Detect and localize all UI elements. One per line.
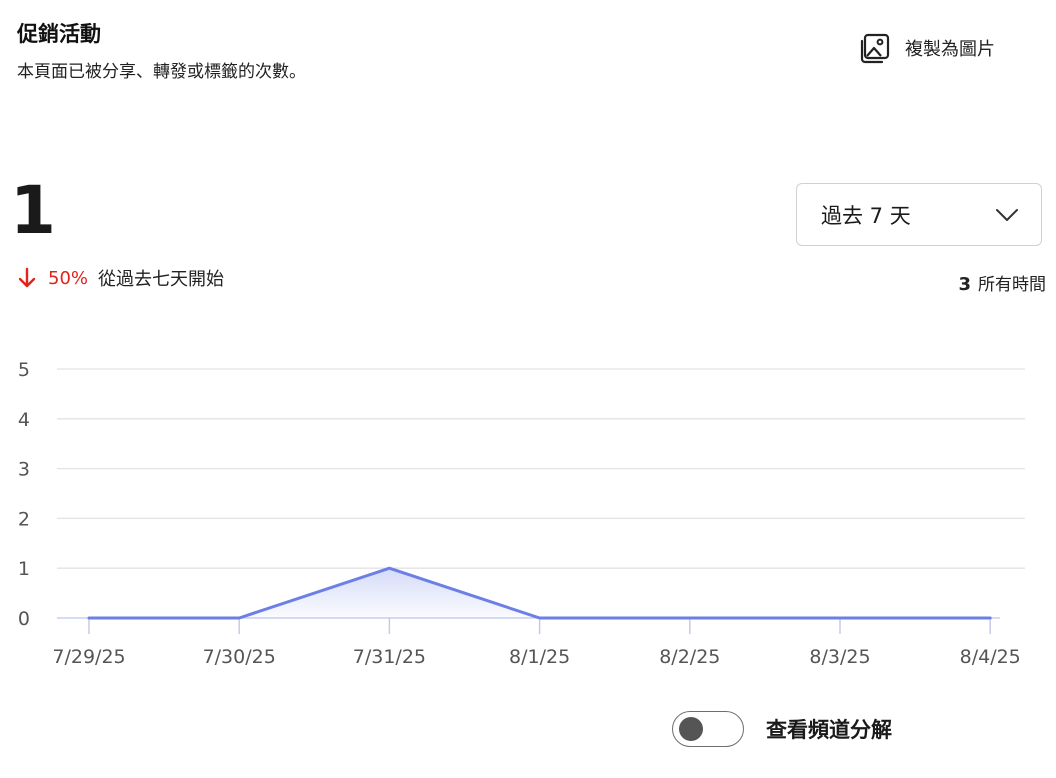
copy-as-image-label: 複製為圖片	[905, 39, 995, 60]
alltime-label: 所有時間	[978, 275, 1046, 295]
y-tick-label: 0	[18, 608, 30, 630]
chart-canvas: 0 1 2 3 4 5 7/29/25 7/30/25 7/31/25 8/1/25 8/2/25 8…	[18, 359, 1025, 668]
x-tick-label: 8/1/25	[509, 646, 570, 668]
y-tick-label: 1	[18, 558, 30, 580]
x-tick-label: 8/2/25	[659, 646, 720, 668]
series-line	[87, 566, 992, 620]
toggle-knob	[679, 717, 703, 741]
x-tick-label: 8/3/25	[809, 646, 870, 668]
y-tick-label: 3	[18, 459, 30, 481]
toggle-label: 查看頻道分解	[766, 718, 892, 742]
change-description: 從過去七天開始	[98, 269, 225, 290]
image-icon	[858, 31, 892, 65]
alltime-value: 3	[958, 274, 971, 295]
series-area	[89, 568, 991, 618]
page-title: 促銷活動	[17, 22, 101, 46]
toggle-switch[interactable]	[672, 711, 744, 747]
activity-chart: 0 1 2 3 4 5 7/29/25 7/30/25 7/31/25 8/1/25 8/2/25 8…	[0, 340, 1056, 680]
time-range-value: 過去 7 天	[821, 203, 911, 228]
arrow-down-icon	[17, 266, 37, 290]
y-tick-label: 5	[18, 359, 30, 381]
y-tick-label: 2	[18, 508, 30, 530]
x-tick-label: 8/4/25	[960, 646, 1021, 668]
time-range-dropdown[interactable]: 過去 7 天	[796, 183, 1042, 246]
metric-value: 1	[10, 172, 56, 249]
y-tick-label: 4	[18, 409, 30, 431]
page-subtitle: 本頁面已被分享、轉發或標籤的次數。	[17, 62, 306, 82]
x-tick-label: 7/30/25	[203, 646, 276, 668]
trend-indicator: 50% 從過去七天開始	[17, 265, 224, 291]
x-tick-label: 7/29/25	[52, 646, 125, 668]
alltime-total: 3 所有時間	[958, 270, 1046, 295]
copy-as-image-button[interactable]: 複製為圖片	[858, 30, 995, 66]
change-percent: 50%	[48, 267, 89, 289]
channel-breakdown-toggle[interactable]: 查看頻道分解	[672, 711, 892, 747]
x-tick-label: 7/31/25	[353, 646, 426, 668]
chevron-down-icon	[995, 208, 1019, 222]
